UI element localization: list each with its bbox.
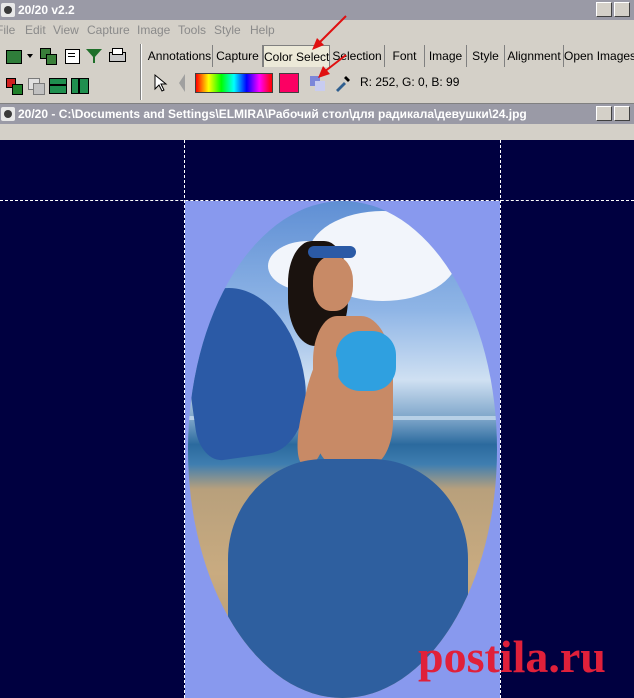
arrow-to-color-pair bbox=[323, 54, 347, 73]
watermark-logo: postila.ru bbox=[418, 631, 606, 682]
arrow-to-tab bbox=[317, 15, 347, 45]
annotation-arrows bbox=[312, 15, 347, 78]
